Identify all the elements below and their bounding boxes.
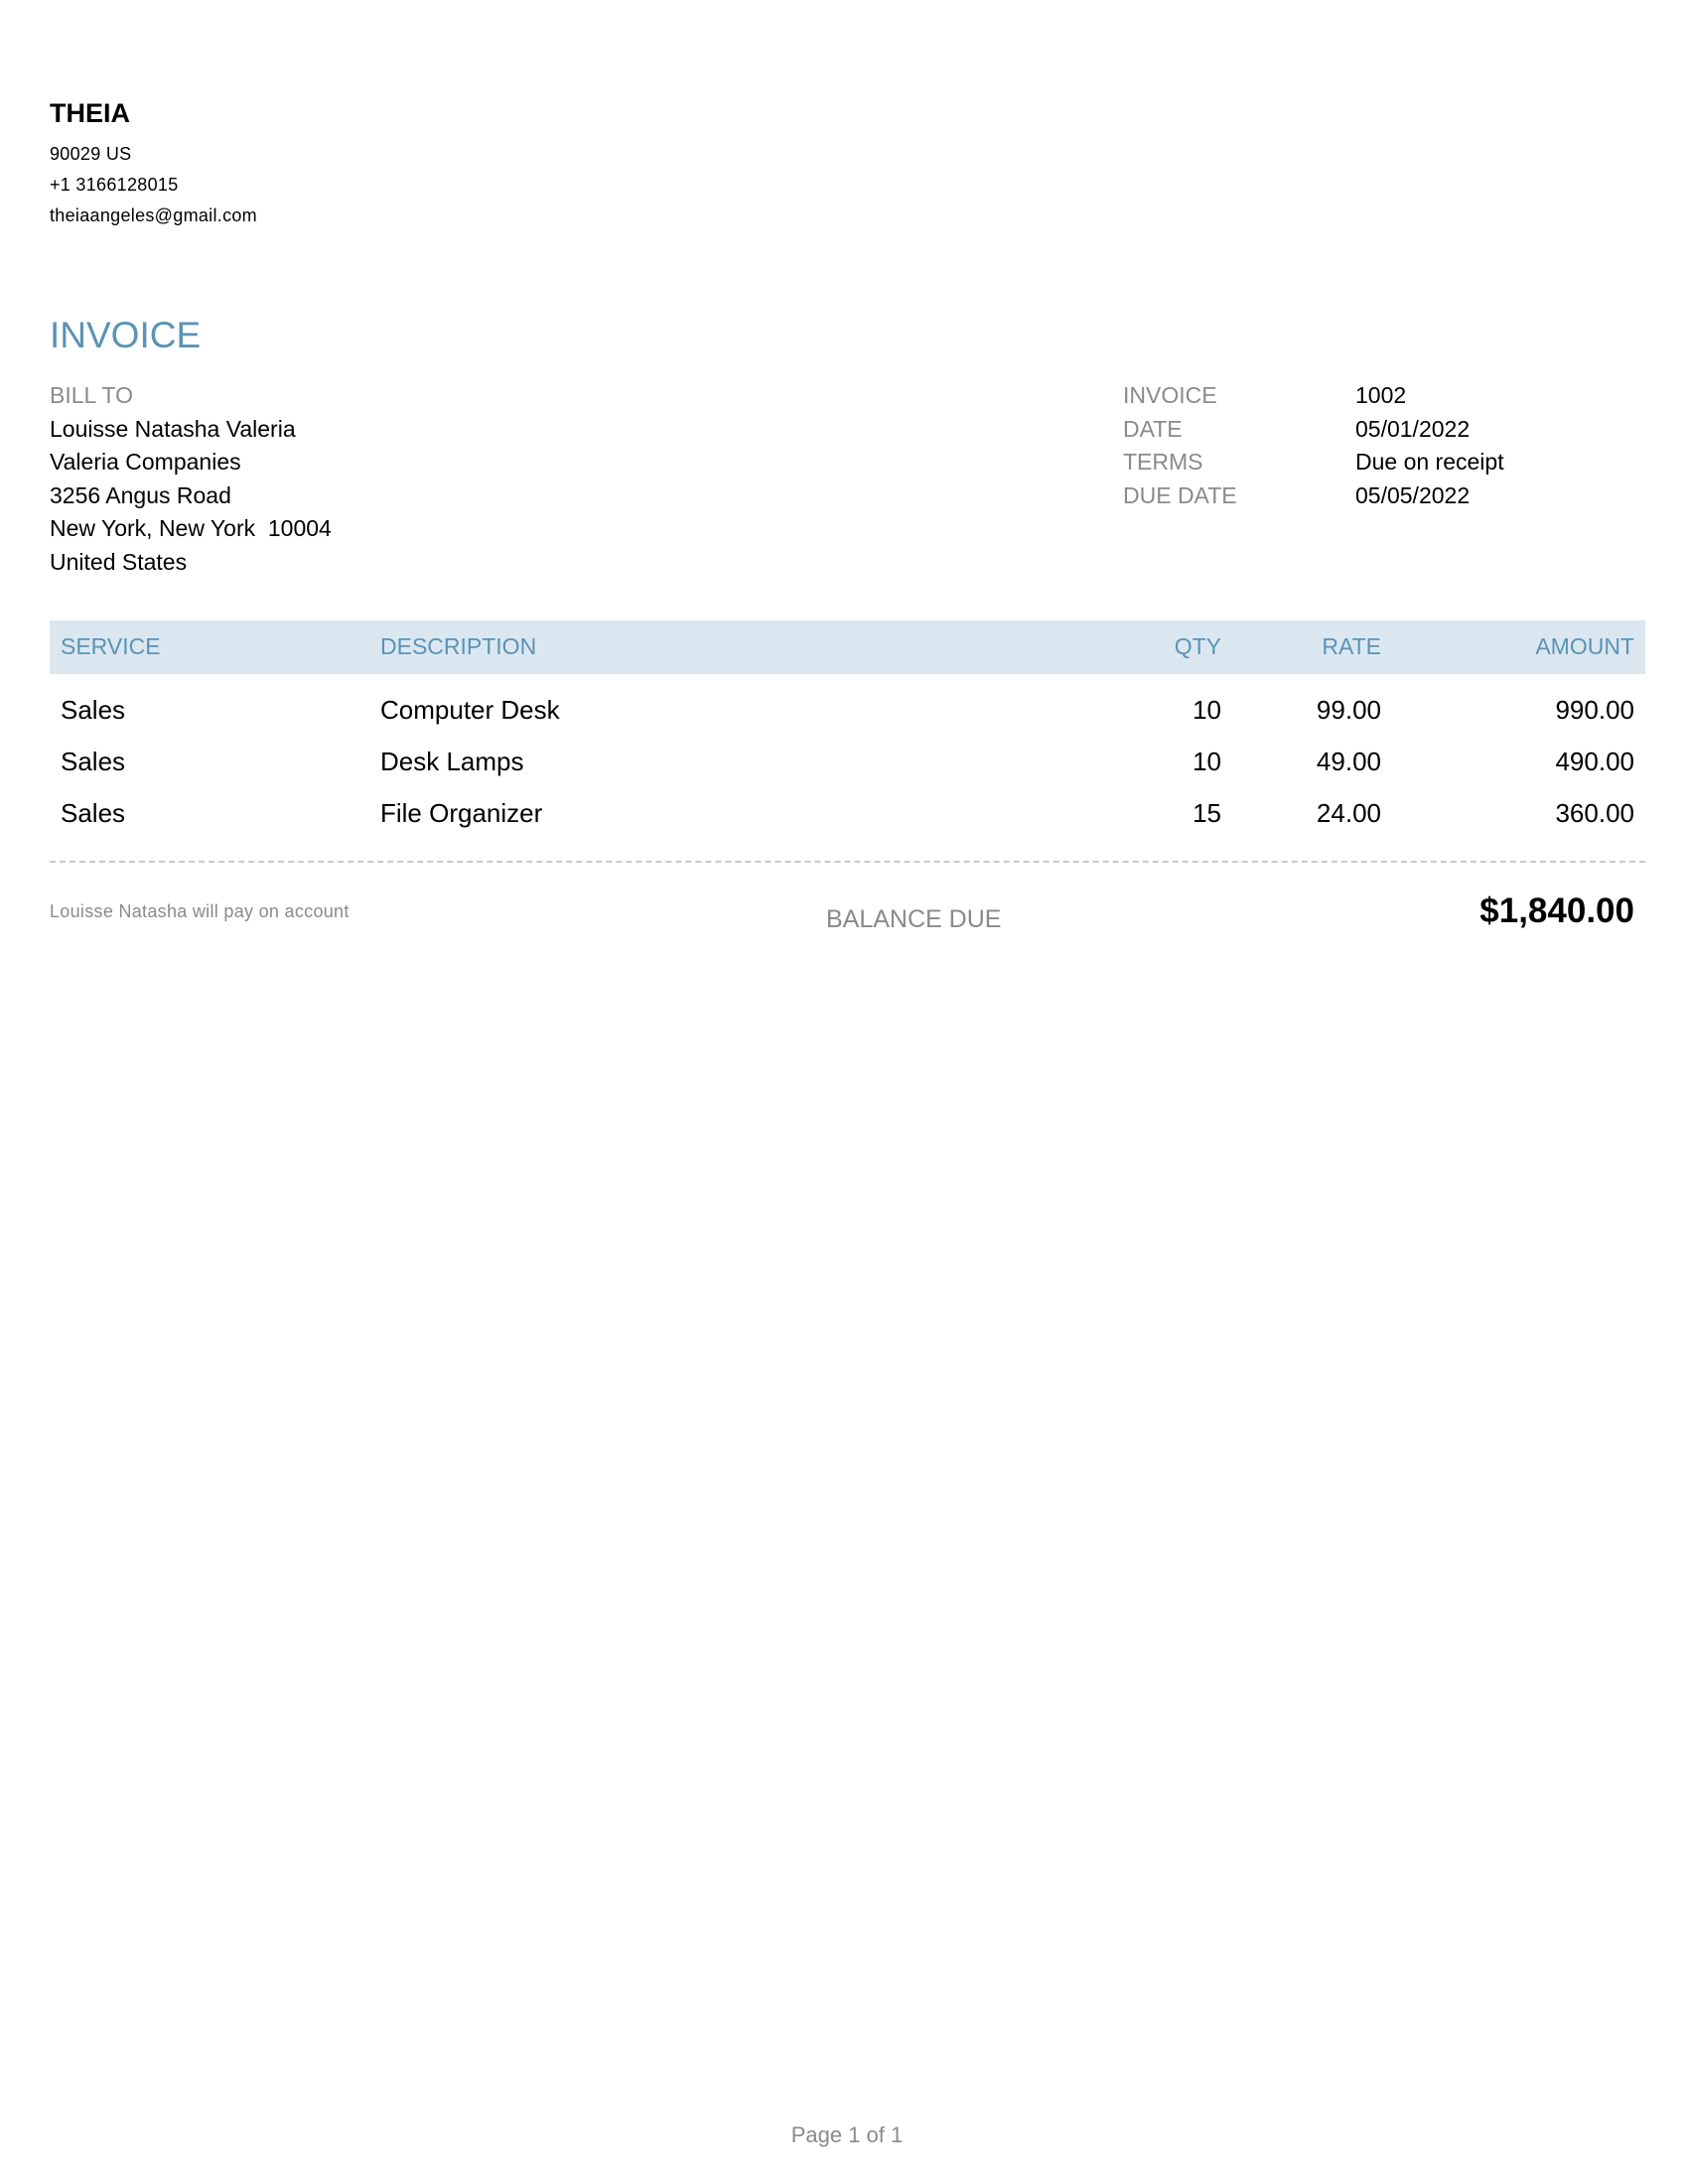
bill-to-name: Louisse Natasha Valeria (50, 415, 296, 442)
company-block: THEIA 90029 US +1 3166128015 theiaangele… (50, 95, 257, 231)
payment-note: Louisse Natasha will pay on account (50, 901, 350, 921)
row-description: Computer Desk (380, 695, 560, 725)
balance-due-label: BALANCE DUE (826, 905, 1002, 933)
company-email: theiaangeles@gmail.com (50, 205, 257, 225)
document-title: INVOICE (50, 315, 202, 355)
meta-row-terms: TERMS Due on receipt (1123, 446, 1504, 479)
row-description: Desk Lamps (380, 747, 524, 776)
meta-row-due-date: DUE DATE 05/05/2022 (1123, 479, 1504, 513)
company-address: 90029 US (50, 144, 132, 164)
bill-to-city: New York, New York 10004 (50, 515, 332, 541)
row-qty: 15 (1193, 798, 1221, 828)
row-rate: 49.00 (1316, 747, 1381, 776)
header-amount: AMOUNT (1535, 633, 1634, 659)
header-description: DESCRIPTION (380, 633, 537, 659)
header-qty: QTY (1174, 633, 1221, 659)
meta-row-invoice: INVOICE 1002 (1123, 379, 1504, 413)
table-header: SERVICE DESCRIPTION QTY RATE AMOUNT (50, 620, 1645, 674)
row-description: File Organizer (380, 798, 543, 828)
bill-to-company: Valeria Companies (50, 449, 241, 475)
row-service: Sales (61, 798, 126, 828)
row-amount: 490.00 (1555, 747, 1634, 776)
row-rate: 99.00 (1316, 695, 1381, 725)
table-row: Sales Computer Desk 10 99.00 990.00 (50, 687, 1645, 739)
table-row: Sales Desk Lamps 10 49.00 490.00 (50, 739, 1645, 790)
terms-value: Due on receipt (1355, 449, 1504, 475)
row-amount: 990.00 (1555, 695, 1634, 725)
dashed-divider (50, 861, 1645, 863)
company-name: THEIA (50, 98, 130, 128)
table-body: Sales Computer Desk 10 99.00 990.00 Sale… (50, 687, 1645, 842)
row-qty: 10 (1193, 695, 1221, 725)
row-amount: 360.00 (1555, 798, 1634, 828)
meta-row-date: DATE 05/01/2022 (1123, 413, 1504, 447)
bill-to-label: BILL TO (50, 382, 133, 408)
invoice-page: THEIA 90029 US +1 3166128015 theiaangele… (0, 0, 1688, 2184)
terms-label: TERMS (1123, 449, 1203, 475)
invoice-number-label: INVOICE (1123, 382, 1217, 408)
line-items-table: SERVICE DESCRIPTION QTY RATE AMOUNT Sale… (50, 620, 1645, 842)
invoice-meta: INVOICE 1002 DATE 05/01/2022 TERMS Due o… (1123, 379, 1504, 512)
due-date-label: DUE DATE (1123, 481, 1237, 508)
header-service: SERVICE (61, 633, 161, 659)
row-service: Sales (61, 747, 126, 776)
company-phone: +1 3166128015 (50, 175, 179, 195)
row-qty: 10 (1193, 747, 1221, 776)
header-rate: RATE (1322, 633, 1381, 659)
table-row: Sales File Organizer 15 24.00 360.00 (50, 790, 1645, 842)
balance-due-value: $1,840.00 (1479, 891, 1634, 930)
date-label: DATE (1123, 415, 1183, 442)
invoice-number-value: 1002 (1355, 382, 1407, 408)
row-rate: 24.00 (1316, 798, 1381, 828)
page-number: Page 1 of 1 (790, 2122, 904, 2147)
due-date-value: 05/05/2022 (1355, 481, 1471, 508)
bill-to-block: BILL TO Louisse Natasha Valeria Valeria … (50, 379, 332, 579)
bill-to-street: 3256 Angus Road (50, 481, 231, 508)
row-service: Sales (61, 695, 126, 725)
date-value: 05/01/2022 (1355, 415, 1471, 442)
bill-to-country: United States (50, 548, 188, 575)
